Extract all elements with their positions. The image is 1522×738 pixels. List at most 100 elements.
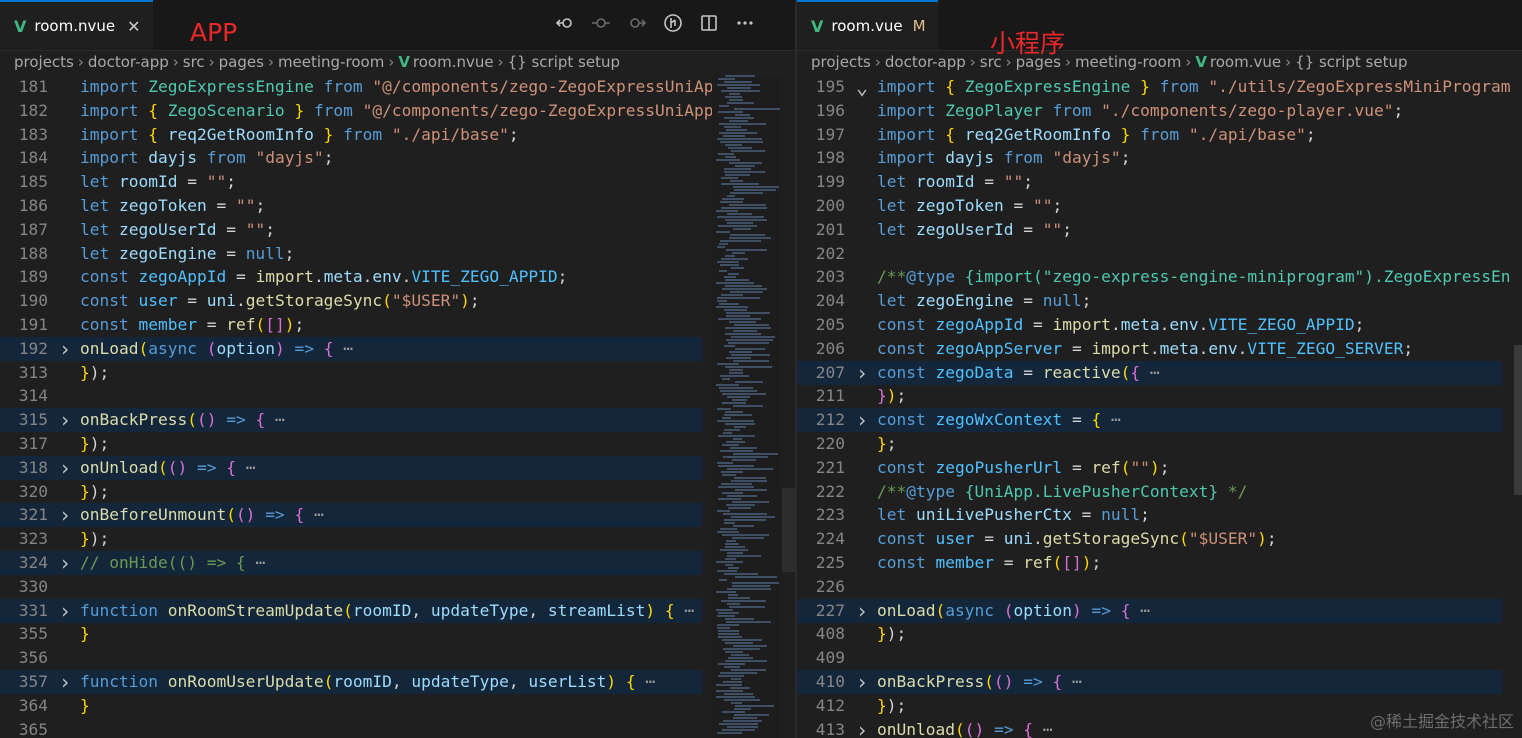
breadcrumb-item[interactable]: projects: [14, 53, 74, 71]
code-line[interactable]: 314: [0, 384, 702, 408]
code-line[interactable]: 408});: [797, 622, 1502, 646]
chevron-right-icon: ›: [208, 53, 215, 71]
code-line[interactable]: 331 › function onRoomStreamUpdate(roomID, …: [0, 598, 702, 623]
code-line[interactable]: 356: [0, 646, 702, 670]
code-text: let zegoUserId = "";: [877, 218, 1072, 242]
code-line[interactable]: 211});: [797, 384, 1502, 408]
fold-collapsed-icon[interactable]: ›: [58, 503, 72, 527]
code-token: .: [401, 267, 412, 287]
previous-change-icon[interactable]: [590, 12, 612, 34]
code-line[interactable]: 201 let zegoUserId = "";: [797, 218, 1502, 242]
code-line[interactable]: 197 import { req2GetRoomInfo } from "./ap…: [797, 123, 1502, 147]
open-changes-icon[interactable]: [554, 12, 576, 34]
code-line[interactable]: 224 const user = uni.getStorageSync("$USE…: [797, 527, 1502, 551]
breadcrumb-item[interactable]: meeting-room: [1075, 53, 1181, 71]
code-line[interactable]: 196 import ZegoPlayer from "./components/…: [797, 99, 1502, 123]
breadcrumb-item[interactable]: doctor-app: [88, 53, 169, 71]
fold-expanded-icon[interactable]: ⌄: [855, 75, 869, 99]
code-line[interactable]: 324 › // onHide(() => { ⋯: [0, 551, 702, 575]
code-line[interactable]: 182 import { ZegoScenario } from "@/compo…: [0, 99, 714, 123]
breadcrumb-item[interactable]: src: [980, 53, 1002, 71]
breadcrumb-item[interactable]: pages: [1016, 53, 1061, 71]
fold-collapsed-icon[interactable]: ›: [855, 408, 869, 432]
code-line[interactable]: 226: [797, 575, 1502, 599]
code-line[interactable]: 198 import dayjs from "dayjs";: [797, 146, 1502, 170]
code-line[interactable]: 183 import { req2GetRoomInfo } from "./ap…: [0, 123, 702, 147]
breadcrumb-item[interactable]: meeting-room: [278, 53, 384, 71]
tab-room-vue[interactable]: V room.vue M: [797, 0, 938, 50]
code-line[interactable]: 410 › onBackPress(() => { ⋯: [797, 670, 1502, 694]
code-token: =: [1071, 457, 1092, 477]
code-token: const: [877, 362, 936, 382]
fold-collapsed-icon[interactable]: ›: [855, 361, 869, 385]
minimap[interactable]: [712, 75, 782, 738]
fold-collapsed-icon[interactable]: ›: [855, 599, 869, 623]
code-line[interactable]: 313});: [0, 361, 702, 385]
code-line[interactable]: 315 › onBackPress(() => { ⋯: [0, 408, 702, 433]
vertical-scrollbar[interactable]: [1514, 345, 1522, 495]
code-line[interactable]: 204 let zegoEngine = null;: [797, 289, 1502, 313]
fold-collapsed-icon[interactable]: ›: [58, 456, 72, 480]
code-line[interactable]: 317});: [0, 432, 702, 456]
code-line[interactable]: 186 let zegoToken = "";: [0, 194, 702, 218]
code-line[interactable]: 202: [797, 242, 1502, 266]
code-line[interactable]: 222 /**@type {UniApp.LivePusherContext} *…: [797, 480, 1502, 504]
breadcrumb-item[interactable]: projects: [811, 53, 871, 71]
fold-collapsed-icon[interactable]: ›: [58, 670, 72, 694]
code-line[interactable]: 323});: [0, 527, 702, 551]
code-line[interactable]: 364}: [0, 694, 702, 718]
next-change-icon[interactable]: [626, 12, 648, 34]
code-line[interactable]: 188 let zegoEngine = null;: [0, 242, 702, 266]
code-line[interactable]: 206 const zegoAppServer = import.meta.env…: [797, 337, 1502, 361]
code-line[interactable]: 330: [0, 575, 702, 599]
code-line[interactable]: 184 import dayjs from "dayjs";: [0, 146, 702, 170]
code-line[interactable]: 365: [0, 718, 702, 738]
code-line[interactable]: 195 ⌄ import { ZegoExpressEngine } from ".…: [797, 75, 1511, 99]
code-line[interactable]: 185 let roomId = "";: [0, 170, 702, 194]
code-line[interactable]: 181 import ZegoExpressEngine from "@/comp…: [0, 75, 714, 99]
breadcrumb-item[interactable]: {} script setup: [1295, 53, 1407, 71]
code-line[interactable]: 187 let zegoUserId = "";: [0, 218, 702, 242]
code-line[interactable]: 357 › function onRoomUserUpdate(roomID, up…: [0, 670, 702, 694]
code-line[interactable]: 192 › onLoad(async (option) => { ⋯: [0, 336, 702, 361]
code-line[interactable]: 220};: [797, 432, 1502, 456]
breadcrumb-item[interactable]: {} script setup: [508, 53, 620, 71]
breadcrumb-item[interactable]: pages: [219, 53, 264, 71]
breadcrumb-item[interactable]: room.vue: [1210, 53, 1281, 71]
fold-collapsed-icon[interactable]: ›: [58, 551, 72, 575]
fold-collapsed-icon[interactable]: ›: [855, 718, 869, 738]
code-line[interactable]: 409: [797, 646, 1502, 670]
code-line[interactable]: 191 const member = ref([]);: [0, 313, 702, 337]
code-line[interactable]: 318 › onUnload(() => { ⋯: [0, 455, 702, 480]
line-number: 203: [815, 267, 845, 287]
code-line[interactable]: 320});: [0, 480, 702, 504]
git-compare-icon[interactable]: [662, 12, 684, 34]
code-token: roomId: [915, 172, 985, 192]
code-line[interactable]: 203 /**@type {import("zego-express-engine…: [797, 265, 1511, 289]
code-line[interactable]: 221 const zegoPusherUrl = ref("");: [797, 456, 1502, 480]
tab-room-nvue[interactable]: V room.nvue ✕: [0, 0, 153, 50]
vertical-scrollbar[interactable]: [782, 488, 796, 572]
code-line[interactable]: 321 › onBeforeUnmount(() => { ⋯: [0, 503, 702, 528]
breadcrumb-item[interactable]: doctor-app: [885, 53, 966, 71]
code-line[interactable]: 212 › const zegoWxContext = { ⋯: [797, 408, 1502, 433]
code-line[interactable]: 207 › const zegoData = reactive({ ⋯: [797, 360, 1502, 385]
code-line[interactable]: 223 let uniLivePusherCtx = null;: [797, 503, 1502, 527]
code-line[interactable]: 200 let zegoToken = "";: [797, 194, 1502, 218]
more-actions-icon[interactable]: [734, 12, 756, 34]
fold-collapsed-icon[interactable]: ›: [58, 408, 72, 432]
code-line[interactable]: 225 const member = ref([]);: [797, 551, 1502, 575]
breadcrumb-item[interactable]: room.nvue: [413, 53, 494, 71]
code-line[interactable]: 355}: [0, 622, 702, 646]
code-line[interactable]: 199 let roomId = "";: [797, 170, 1502, 194]
breadcrumb-item[interactable]: src: [183, 53, 205, 71]
code-line[interactable]: 227 › onLoad(async (option) => { ⋯: [797, 598, 1502, 623]
code-line[interactable]: 205 const zegoAppId = import.meta.env.VIT…: [797, 313, 1502, 337]
close-icon[interactable]: ✕: [127, 17, 140, 36]
fold-collapsed-icon[interactable]: ›: [58, 337, 72, 361]
fold-collapsed-icon[interactable]: ›: [58, 599, 72, 623]
fold-collapsed-icon[interactable]: ›: [855, 670, 869, 694]
code-line[interactable]: 189 const zegoAppId = import.meta.env.VIT…: [0, 265, 702, 289]
code-line[interactable]: 190 const user = uni.getStorageSync("$USE…: [0, 289, 702, 313]
split-editor-icon[interactable]: [698, 12, 720, 34]
